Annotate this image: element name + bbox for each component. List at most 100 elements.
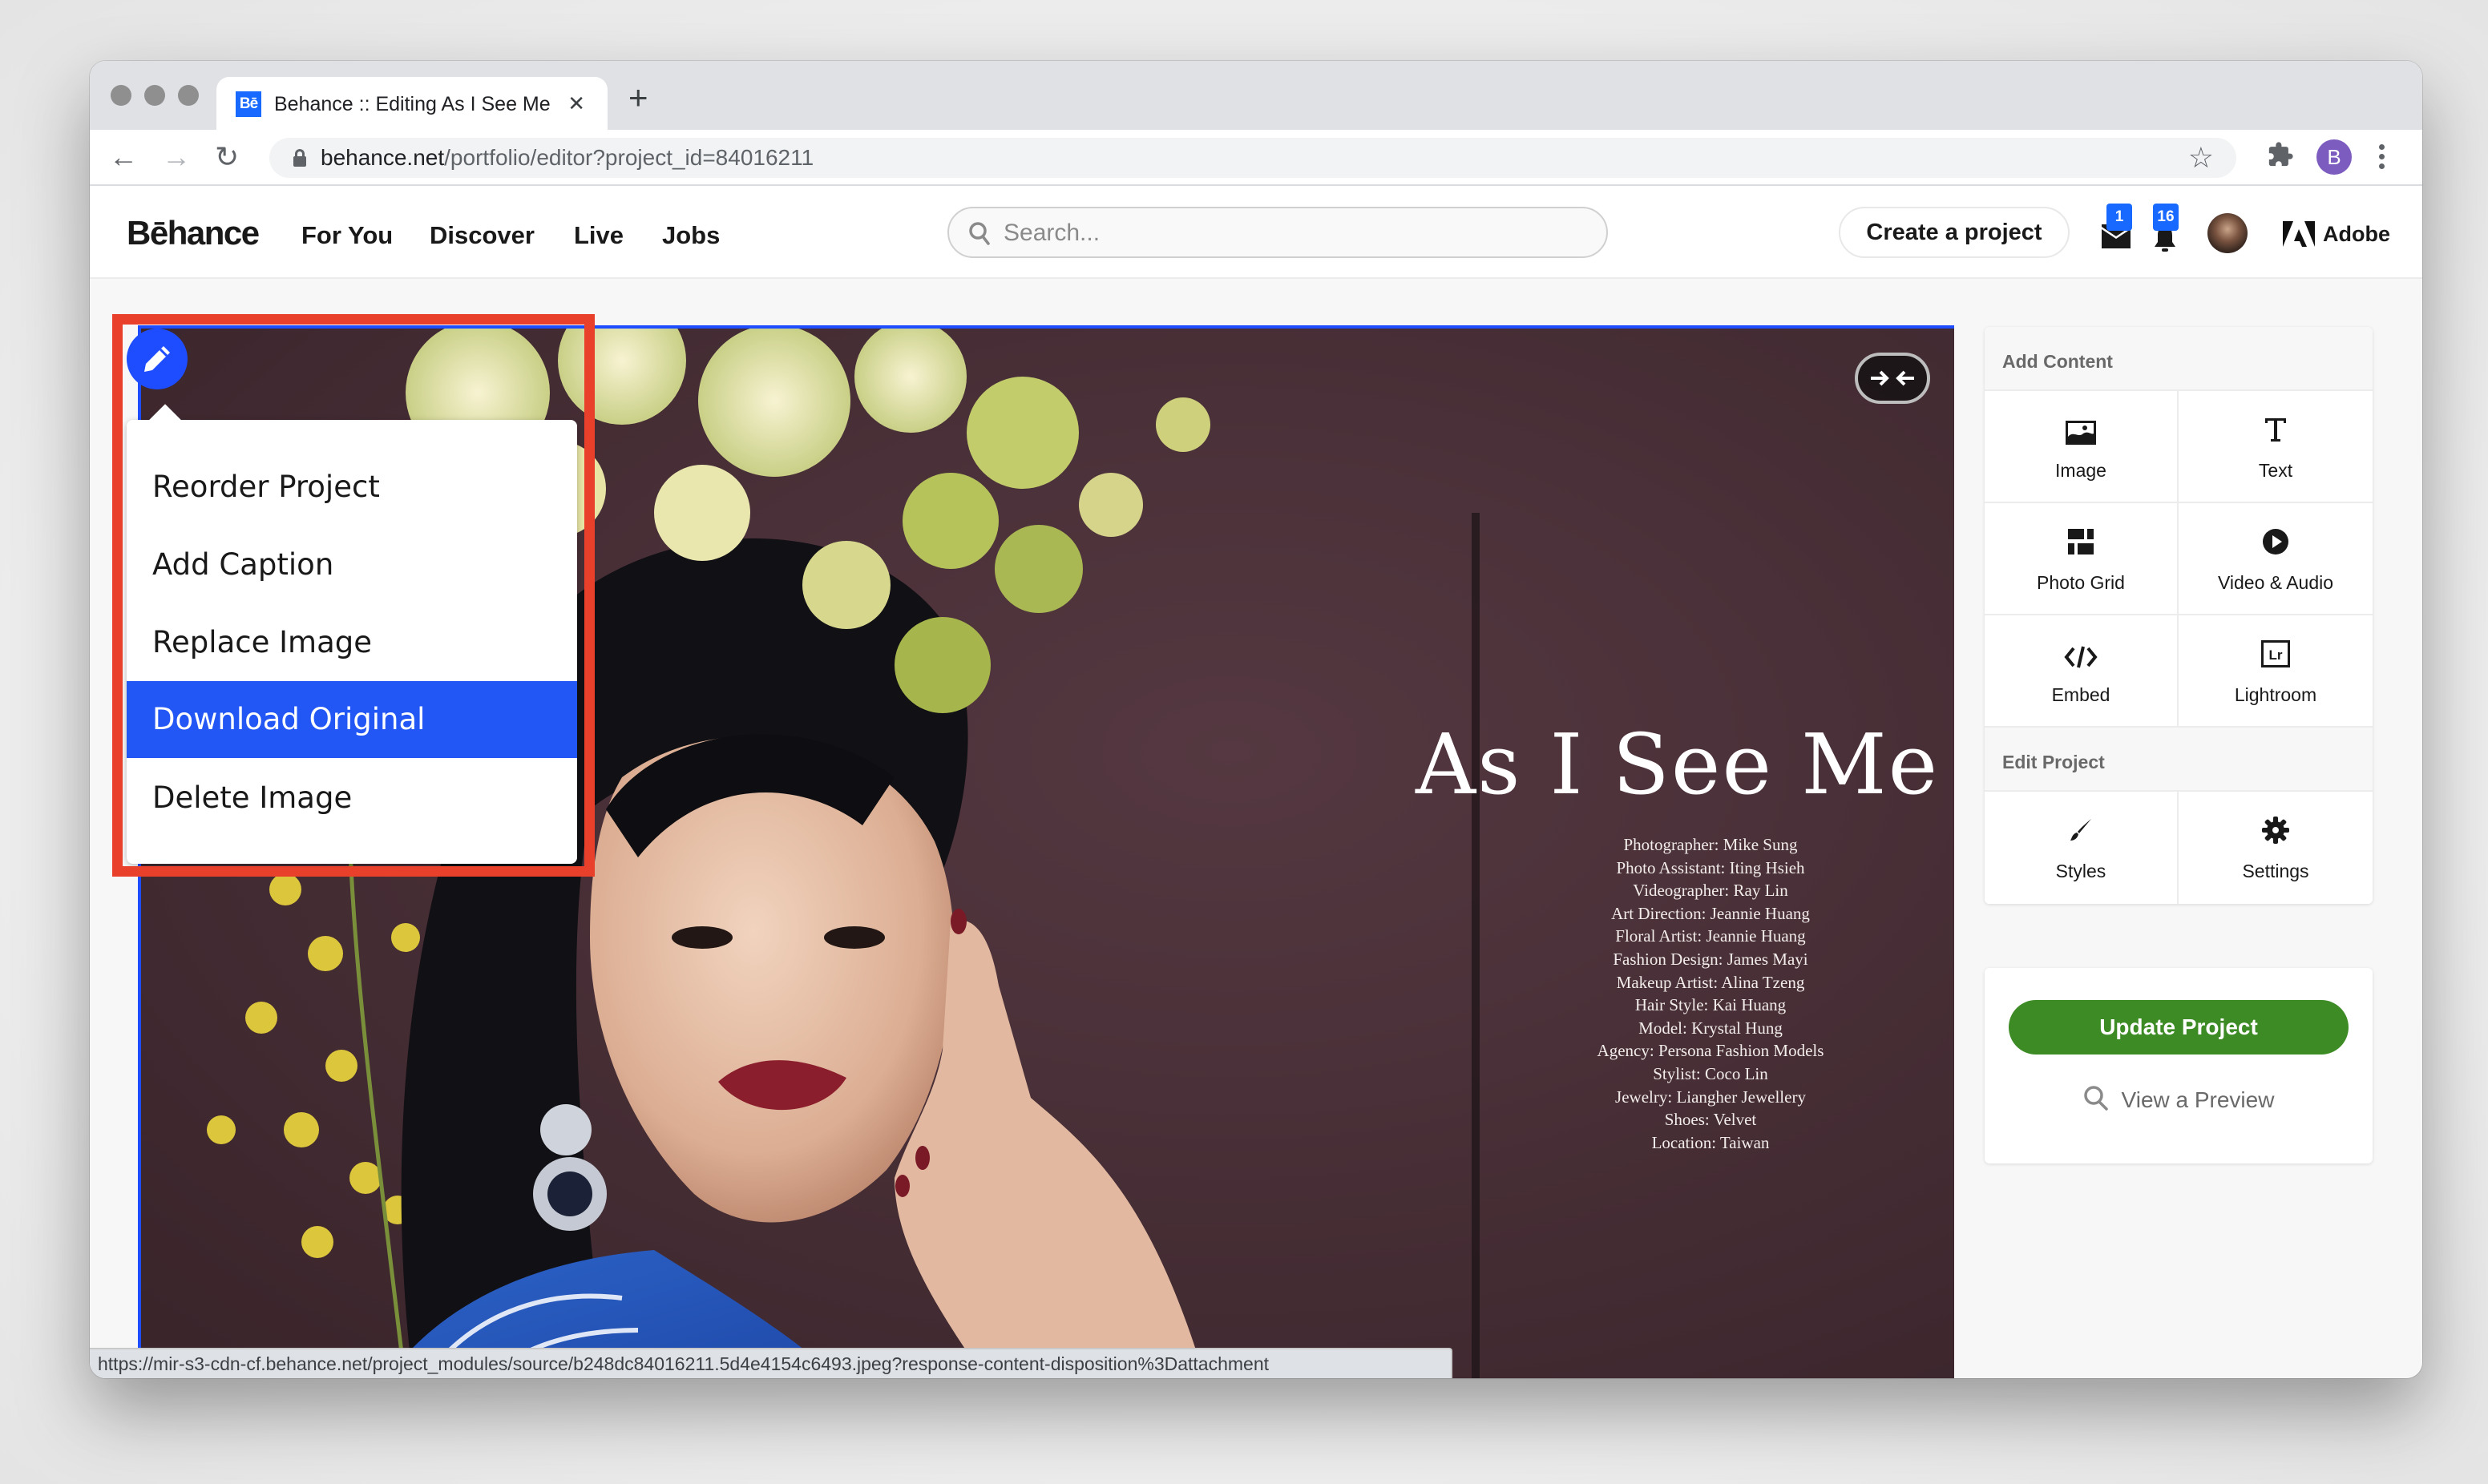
collapse-width-button[interactable] xyxy=(1855,353,1930,404)
back-button[interactable]: ← xyxy=(109,139,138,175)
add-content-panel: Add Content Image Text Photo Grid Video … xyxy=(1985,327,2373,904)
window-minimize-button[interactable] xyxy=(144,85,165,106)
image-icon xyxy=(2066,421,2096,445)
add-photo-grid-button[interactable]: Photo Grid xyxy=(1985,503,2179,615)
nav-discover[interactable]: Discover xyxy=(430,220,535,252)
tab-strip: Bē Behance :: Editing As I See Me ✕ + xyxy=(90,61,2422,130)
image-context-menu: Reorder Project Add Caption Replace Imag… xyxy=(127,404,577,864)
menu-item-replace-image[interactable]: Replace Image xyxy=(127,604,577,681)
add-lightroom-label: Lightroom xyxy=(2234,684,2317,705)
add-image-button[interactable]: Image xyxy=(1985,391,2179,503)
credit-line: Makeup Artist: Alina Tzeng xyxy=(1616,972,1805,992)
menu-item-delete-image[interactable]: Delete Image xyxy=(127,760,577,837)
search-input[interactable] xyxy=(1004,218,1565,248)
credit-line: Shoes: Velvet xyxy=(1664,1110,1757,1130)
add-embed-button[interactable]: Embed xyxy=(1985,615,2179,728)
new-tab-button[interactable]: + xyxy=(628,81,648,115)
image-credits: Photographer: Mike Sung Photo Assistant: … xyxy=(1510,833,1911,1154)
puzzle-icon[interactable] xyxy=(2267,141,2294,175)
credit-line: Floral Artist: Jeannie Huang xyxy=(1615,926,1806,946)
menu-item-add-caption[interactable]: Add Caption xyxy=(127,526,577,603)
edit-project-title: Edit Project xyxy=(1985,728,2373,792)
url-host: behance.net xyxy=(321,145,445,170)
browser-menu-icon[interactable] xyxy=(2379,141,2385,173)
user-avatar[interactable] xyxy=(2207,213,2248,253)
notifications-badge: 16 xyxy=(2153,204,2179,231)
address-bar[interactable]: behance.net/portfolio/editor?project_id=… xyxy=(269,138,2236,178)
search-icon xyxy=(969,222,990,245)
view-preview-label: View a Preview xyxy=(2121,1087,2275,1112)
profile-avatar[interactable]: B xyxy=(2316,139,2352,175)
play-icon xyxy=(2263,529,2288,554)
window-close-button[interactable] xyxy=(111,85,131,106)
tab-title: Behance :: Editing As I See Me xyxy=(274,93,551,115)
settings-label: Settings xyxy=(2242,861,2309,881)
add-embed-label: Embed xyxy=(2051,684,2110,705)
credit-line: Videographer: Ray Lin xyxy=(1633,881,1788,901)
add-text-label: Text xyxy=(2258,460,2293,481)
search-box[interactable] xyxy=(947,207,1608,258)
behance-favicon-icon: Bē xyxy=(236,91,261,117)
edit-image-button[interactable] xyxy=(127,329,188,389)
update-project-button[interactable]: Update Project xyxy=(2009,1000,2349,1055)
svg-text:Lr: Lr xyxy=(2269,647,2283,663)
add-image-label: Image xyxy=(2055,460,2106,481)
add-video-audio-label: Video & Audio xyxy=(2217,572,2334,593)
add-text-button[interactable]: Text xyxy=(2179,391,2373,503)
publish-panel: Update Project View a Preview xyxy=(1985,968,2373,1163)
bookmark-star-icon[interactable]: ☆ xyxy=(2188,141,2214,175)
create-project-button[interactable]: Create a project xyxy=(1839,207,2070,258)
editor-canvas: As I See Me Photographer: Mike Sung Photo… xyxy=(90,279,2422,1378)
add-video-audio-button[interactable]: Video & Audio xyxy=(2179,503,2373,615)
arrows-inward-icon xyxy=(1871,370,1914,386)
add-photo-grid-label: Photo Grid xyxy=(2037,572,2125,593)
image-title-text: As I See Me xyxy=(1416,716,1940,813)
window-zoom-button[interactable] xyxy=(178,85,199,106)
lightroom-icon: Lr xyxy=(2261,640,2290,667)
site-header: Bēhance For You Discover Live Jobs Creat… xyxy=(90,186,2422,279)
credit-line: Hair Style: Kai Huang xyxy=(1634,995,1787,1015)
url-path: /portfolio/editor?project_id=84016211 xyxy=(444,145,814,170)
gear-icon xyxy=(2262,817,2289,844)
messages-button[interactable]: 1 xyxy=(2102,204,2132,252)
styles-button[interactable]: Styles xyxy=(1985,792,2179,904)
menu-item-reorder-project[interactable]: Reorder Project xyxy=(127,449,577,526)
nav-live[interactable]: Live xyxy=(574,220,624,252)
credit-line: Fashion Design: James Mayi xyxy=(1613,949,1808,969)
settings-button[interactable]: Settings xyxy=(2179,792,2373,904)
nav-jobs[interactable]: Jobs xyxy=(662,220,720,252)
credit-line: Model: Krystal Hung xyxy=(1638,1018,1783,1038)
credit-line: Jewelry: Liangher Jewellery xyxy=(1615,1087,1806,1107)
notifications-button[interactable]: 16 xyxy=(2153,204,2182,252)
credit-line: Art Direction: Jeannie Huang xyxy=(1611,903,1810,923)
brush-icon xyxy=(2070,819,2091,841)
url-text[interactable]: behance.net/portfolio/editor?project_id=… xyxy=(321,144,814,171)
photo-grid-icon xyxy=(2068,529,2094,554)
credit-line: Location: Taiwan xyxy=(1651,1132,1770,1152)
credit-line: Stylist: Coco Lin xyxy=(1653,1063,1768,1083)
behance-logo[interactable]: Bēhance xyxy=(127,213,260,253)
code-icon xyxy=(2064,646,2098,668)
adobe-logo-icon[interactable] xyxy=(2283,221,2315,247)
view-preview-link[interactable]: View a Preview xyxy=(1985,1085,2373,1114)
tab-close-icon[interactable]: ✕ xyxy=(567,90,585,117)
add-lightroom-button[interactable]: Lr Lightroom xyxy=(2179,615,2373,728)
search-icon xyxy=(2083,1086,2108,1111)
credit-line: Photographer: Mike Sung xyxy=(1623,835,1798,854)
text-icon xyxy=(2265,418,2286,442)
lock-icon[interactable] xyxy=(293,149,306,167)
add-content-title: Add Content xyxy=(1985,327,2373,391)
credit-line: Photo Assistant: Iting Hsieh xyxy=(1616,857,1805,877)
reload-button[interactable]: ↻ xyxy=(215,139,239,175)
adobe-link[interactable]: Adobe xyxy=(2323,218,2390,250)
browser-toolbar: ← → ↻ behance.net/portfolio/editor?proje… xyxy=(90,130,2422,186)
browser-window: Bē Behance :: Editing As I See Me ✕ + ← … xyxy=(90,61,2422,1378)
nav-for-you[interactable]: For You xyxy=(301,220,393,252)
forward-button[interactable]: → xyxy=(162,139,191,175)
menu-item-download-original[interactable]: Download Original xyxy=(127,681,577,758)
styles-label: Styles xyxy=(2055,861,2106,881)
browser-tab-active[interactable]: Bē Behance :: Editing As I See Me ✕ xyxy=(216,77,608,130)
messages-badge: 1 xyxy=(2106,204,2132,231)
pencil-icon xyxy=(144,346,170,372)
credit-line: Agency: Persona Fashion Models xyxy=(1597,1041,1824,1061)
